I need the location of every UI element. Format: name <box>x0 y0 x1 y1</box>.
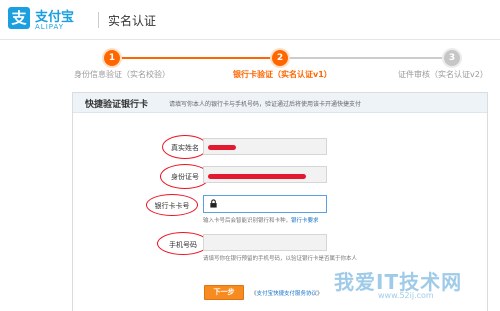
header-divider <box>98 12 99 28</box>
step-3-circle: 3 <box>444 50 460 66</box>
panel-header: 快捷验证银行卡 请填写你本人的银行卡与手机号码，验证通过后将使用该卡开通快捷支付 <box>73 93 487 113</box>
alipay-logo-icon: 支 <box>8 7 30 29</box>
logo-text-en: ALIPAY <box>35 23 65 31</box>
top-header: 支 支付宝 ALIPAY 实名认证 <box>0 0 500 40</box>
lock-icon <box>210 199 217 208</box>
step-connector-2 <box>287 57 444 59</box>
agreement-close: 》 <box>317 291 323 297</box>
step-2-label: 银行卡验证（实名认证v1） <box>233 70 332 79</box>
real-name-label: 真实姓名 <box>171 144 199 152</box>
panel-description: 请填写你本人的银行卡与手机号码，验证通过后将使用该卡开通快捷支付 <box>169 101 362 108</box>
step-3-label: 证件审核（实名认证v2） <box>398 70 488 79</box>
step-1-circle: 1 <box>104 50 120 66</box>
card-hint: 输入卡号后会智能识别银行和卡种，银行卡要求 <box>203 216 319 224</box>
id-number-field[interactable] <box>203 166 327 183</box>
phone-number-field[interactable] <box>203 234 327 251</box>
redacted-id-mark <box>208 174 306 179</box>
page-title: 实名认证 <box>108 14 157 28</box>
bank-card-label: 银行卡卡号 <box>154 202 190 210</box>
step-connector-1 <box>118 57 272 59</box>
bank-card-input[interactable] <box>203 195 327 213</box>
panel-title: 快捷验证银行卡 <box>85 100 149 110</box>
agreement-link[interactable]: 支付宝快捷支付服务协议 <box>257 291 318 297</box>
step-2-circle: 2 <box>272 50 288 66</box>
next-step-button[interactable]: 下一步 <box>204 285 244 300</box>
redacted-name-mark <box>208 145 236 150</box>
real-name-field[interactable] <box>203 138 327 155</box>
card-hint-text: 输入卡号后会智能识别银行和卡种， <box>203 218 292 224</box>
card-requirements-link[interactable]: 银行卡要求 <box>291 218 319 224</box>
phone-hint: 请填写你在银行预留的手机号码，以验证银行卡是否属于你本人 <box>203 256 358 262</box>
id-number-label: 身份证号 <box>171 173 199 181</box>
site-watermark-url: www.52ij.com <box>378 291 434 300</box>
agreement-text: 《支付宝快捷支付服务协议》 <box>251 289 323 297</box>
phone-number-label: 手机号码 <box>169 241 197 249</box>
step-1-label: 身份信息验证（实名校验） <box>74 70 170 79</box>
